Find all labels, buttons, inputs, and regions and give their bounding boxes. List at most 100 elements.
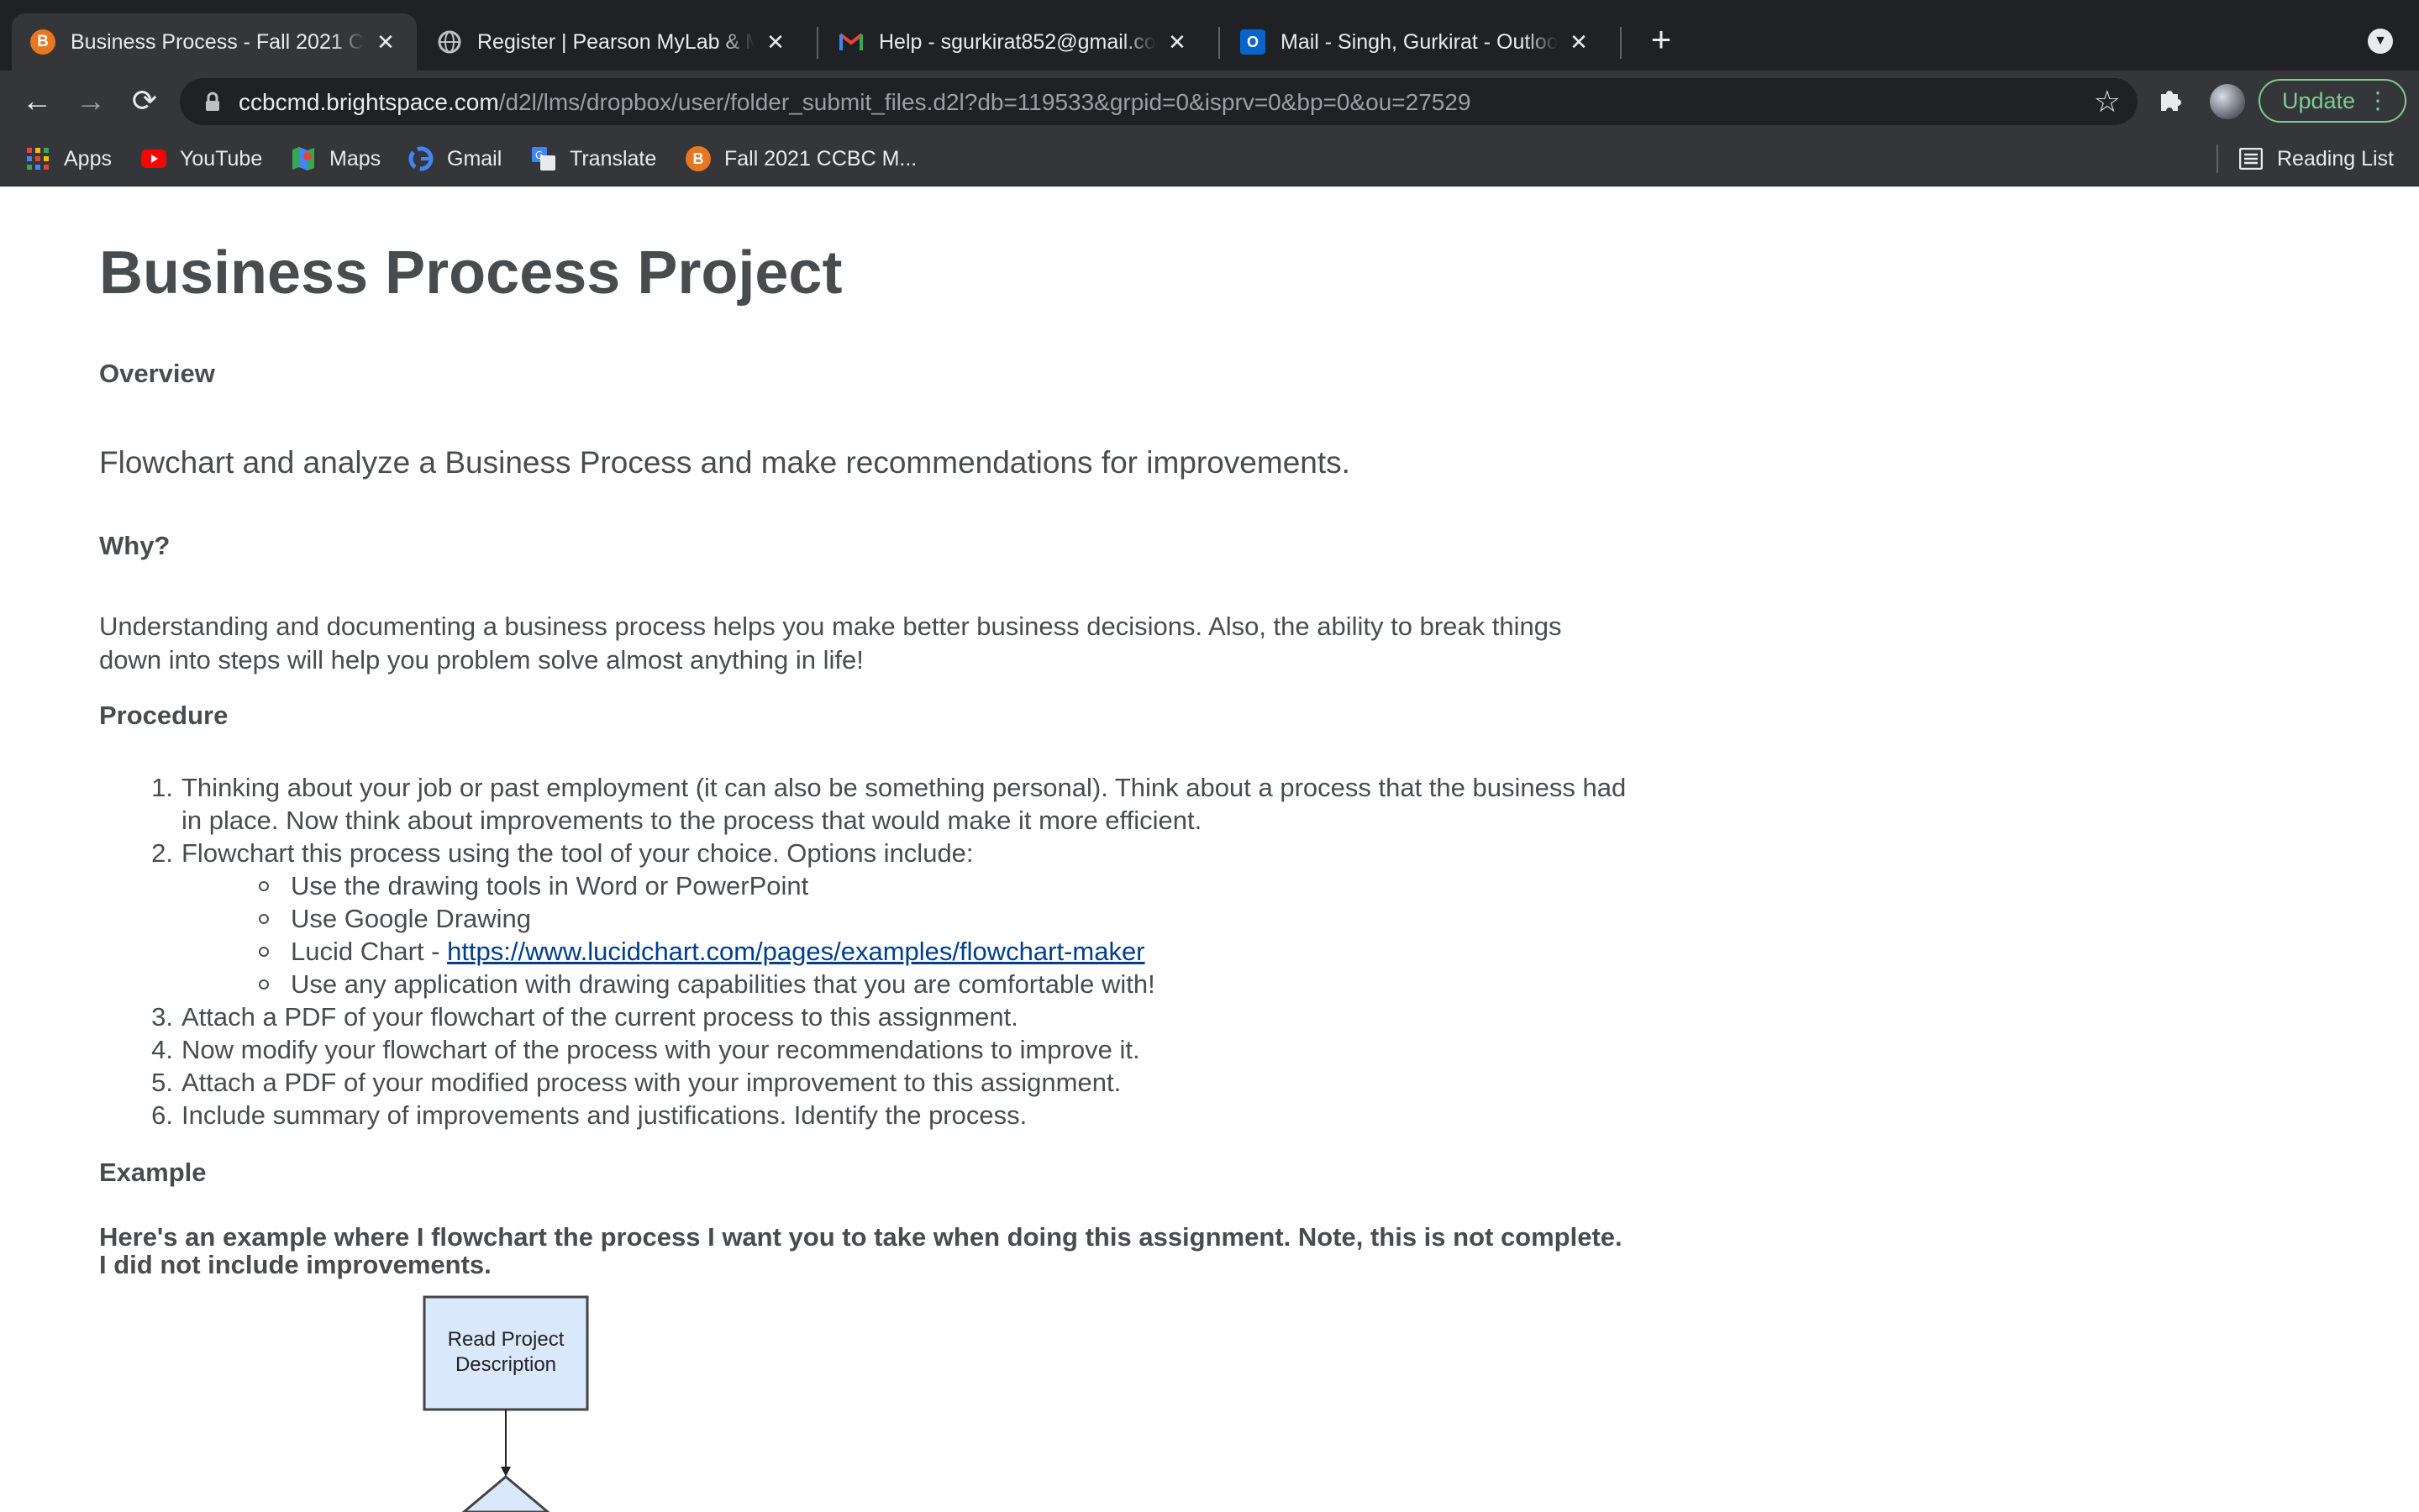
example-heading: Example bbox=[99, 1158, 207, 1187]
step-number: 3. bbox=[151, 1002, 173, 1032]
step-number: 6. bbox=[151, 1100, 173, 1130]
bookmark-label: Gmail bbox=[447, 146, 502, 171]
browser-chrome: B Business Process - Fall 2021 CCBC ✕ Re… bbox=[0, 0, 2419, 186]
reading-list-button[interactable]: Reading List bbox=[2238, 143, 2394, 175]
bookmarks-bar: Apps YouTube Maps Gmail G Translate B Fa… bbox=[0, 131, 2419, 186]
tab-title: Help - sgurkirat852@gmail.com bbox=[879, 29, 1156, 55]
bookmarks-separator bbox=[2217, 144, 2218, 173]
bookmark-star-icon[interactable]: ☆ bbox=[2094, 85, 2121, 118]
page-title: Business Process Project bbox=[99, 239, 843, 307]
menu-dots-icon[interactable]: ⋮ bbox=[2366, 81, 2390, 121]
option-text: Use any application with drawing capabil… bbox=[291, 969, 1155, 999]
google-icon bbox=[408, 146, 434, 171]
update-label: Update bbox=[2282, 88, 2356, 113]
procedure-step: 4. Now modify your flowchart of the proc… bbox=[99, 1033, 1628, 1066]
overview-text: Flowchart and analyze a Business Process… bbox=[99, 445, 1350, 480]
option-text: Use the drawing tools in Word or PowerPo… bbox=[291, 871, 809, 900]
step-text: Thinking about your job or past employme… bbox=[181, 773, 1627, 835]
tab-outlook-mail[interactable]: O Mail - Singh, Gurkirat - Outlook ✕ bbox=[1222, 13, 1610, 71]
tab-strip: B Business Process - Fall 2021 CCBC ✕ Re… bbox=[0, 0, 2419, 71]
bookmark-label: Maps bbox=[329, 146, 381, 171]
tab-separator bbox=[1620, 27, 1622, 59]
lucidchart-link[interactable]: https://www.lucidchart.com/pages/example… bbox=[447, 937, 1144, 966]
apps-grid-icon bbox=[25, 146, 50, 171]
tab-title: Mail - Singh, Gurkirat - Outlook bbox=[1280, 29, 1558, 55]
tab-title: Business Process - Fall 2021 CCBC bbox=[71, 29, 365, 55]
procedure-list: 1. Thinking about your job or past emplo… bbox=[99, 771, 1628, 1131]
lock-icon bbox=[206, 92, 219, 111]
url-host: ccbcmd.brightspace.com bbox=[239, 89, 499, 115]
list-item: Use the drawing tools in Word or PowerPo… bbox=[259, 869, 1628, 902]
url-text[interactable]: ccbcmd.brightspace.com/d2l/lms/dropbox/u… bbox=[239, 89, 1471, 116]
update-button[interactable]: Update ⋮ bbox=[2259, 79, 2406, 123]
reading-list-icon bbox=[2238, 146, 2264, 171]
procedure-step: 3. Attach a PDF of your flowchart of the… bbox=[99, 1000, 1628, 1033]
step-text: Attach a PDF of your flowchart of the cu… bbox=[181, 1002, 1018, 1032]
step-number: 2. bbox=[151, 838, 173, 868]
new-tab-plus-icon[interactable]: + bbox=[1642, 20, 1680, 59]
list-item: Use Google Drawing bbox=[259, 902, 1628, 935]
close-icon[interactable]: ✕ bbox=[1165, 29, 1190, 55]
overview-heading: Overview bbox=[99, 359, 215, 388]
gmail-icon bbox=[839, 29, 864, 55]
tab-pearson-register[interactable]: Register | Pearson MyLab & Mastering ✕ bbox=[418, 13, 807, 71]
procedure-step: 6. Include summary of improvements and j… bbox=[99, 1099, 1628, 1131]
tab-separator bbox=[1218, 27, 1220, 59]
bookmark-label: Apps bbox=[64, 146, 112, 171]
reload-icon[interactable]: ⟳ bbox=[124, 81, 165, 121]
bookmark-fall-2021-ccbc[interactable]: B Fall 2021 CCBC M... bbox=[686, 143, 917, 175]
step-text: Now modify your flowchart of the process… bbox=[181, 1035, 1140, 1064]
close-icon[interactable]: ✕ bbox=[373, 29, 398, 55]
example-flowchart: Read Project Description bbox=[423, 1295, 589, 1512]
flowchart-box-label: Read Project bbox=[448, 1328, 565, 1351]
address-bar[interactable]: ccbcmd.brightspace.com/d2l/lms/dropbox/u… bbox=[180, 78, 2138, 125]
tab-gmail-help[interactable]: Help - sgurkirat852@gmail.com ✕ bbox=[820, 13, 1208, 71]
procedure-step: 1. Thinking about your job or past emplo… bbox=[99, 771, 1628, 837]
globe-icon bbox=[437, 29, 462, 55]
forward-arrow-icon[interactable]: → bbox=[71, 81, 111, 121]
tab-title: Register | Pearson MyLab & Mastering bbox=[477, 29, 755, 55]
circle-bullet-icon bbox=[259, 974, 281, 995]
bookmark-label: YouTube bbox=[180, 146, 263, 171]
close-icon[interactable]: ✕ bbox=[1566, 29, 1591, 55]
flowchart-decision-diamond bbox=[461, 1475, 550, 1512]
reading-list-label: Reading List bbox=[2277, 146, 2394, 171]
option-text: Use Google Drawing bbox=[291, 904, 532, 933]
why-heading: Why? bbox=[99, 531, 171, 560]
bookmark-label: Translate bbox=[570, 146, 657, 171]
profile-avatar[interactable] bbox=[2210, 84, 2245, 119]
bookmark-apps[interactable]: Apps bbox=[25, 143, 112, 175]
tab-search-chevron-icon[interactable]: ▼ bbox=[2368, 29, 2393, 54]
step-number: 5. bbox=[151, 1068, 173, 1097]
bookmark-maps[interactable]: Maps bbox=[291, 143, 381, 175]
maps-icon bbox=[291, 146, 316, 171]
extensions-puzzle-icon[interactable] bbox=[2156, 86, 2185, 120]
svg-text:G: G bbox=[535, 150, 543, 161]
assignment-page: Business Process Project Overview Flowch… bbox=[0, 186, 2419, 1512]
example-text: Here's an example where I flowchart the … bbox=[99, 1222, 1622, 1279]
brightspace-icon: B bbox=[30, 29, 55, 55]
circle-bullet-icon bbox=[259, 875, 281, 897]
tab-separator bbox=[817, 27, 818, 59]
brightspace-icon: B bbox=[686, 146, 711, 171]
flowchart-box-label: Description bbox=[455, 1353, 556, 1376]
bookmark-youtube[interactable]: YouTube bbox=[141, 143, 262, 175]
close-icon[interactable]: ✕ bbox=[763, 29, 788, 55]
youtube-icon bbox=[141, 146, 166, 171]
tab-business-process[interactable]: B Business Process - Fall 2021 CCBC ✕ bbox=[12, 13, 417, 71]
option-text: Lucid Chart - https://www.lucidchart.com… bbox=[291, 935, 1145, 968]
step-text: Include summary of improvements and just… bbox=[181, 1100, 1028, 1130]
translate-icon: G bbox=[531, 146, 556, 171]
procedure-heading: Procedure bbox=[99, 701, 229, 730]
procedure-step: 5. Attach a PDF of your modified process… bbox=[99, 1066, 1628, 1099]
circle-bullet-icon bbox=[259, 941, 281, 963]
bookmark-gmail[interactable]: Gmail bbox=[408, 143, 502, 175]
bookmark-translate[interactable]: G Translate bbox=[531, 143, 656, 175]
browser-toolbar: ← → ⟳ ccbcmd.brightspace.com/d2l/lms/dro… bbox=[0, 71, 2419, 131]
circle-bullet-icon bbox=[259, 908, 281, 930]
step-number: 4. bbox=[151, 1035, 173, 1064]
list-item: Use any application with drawing capabil… bbox=[259, 968, 1628, 1000]
back-arrow-icon[interactable]: ← bbox=[17, 81, 57, 121]
lucid-prefix: Lucid Chart - bbox=[291, 937, 448, 966]
procedure-step: 2. Flowchart this process using the tool… bbox=[99, 837, 1628, 869]
